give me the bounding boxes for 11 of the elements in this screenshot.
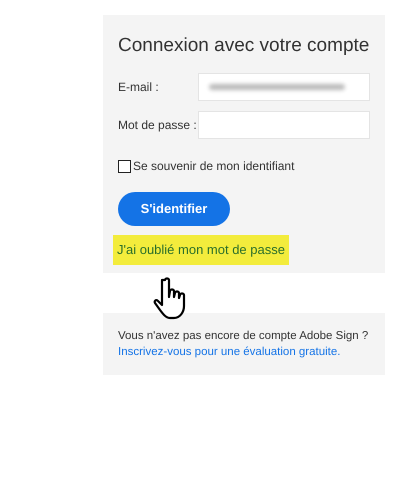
forgot-password-link[interactable]: J'ai oublié mon mot de passe: [113, 235, 289, 265]
email-field[interactable]: [198, 73, 370, 101]
remember-checkbox[interactable]: [118, 160, 131, 172]
signup-text: Vous n'avez pas encore de compte Adobe Sign ?: [118, 329, 370, 344]
login-title: Connexion avec votre compte: [118, 34, 370, 58]
sign-in-button[interactable]: S'identifier: [118, 192, 230, 226]
field-label: Mot de passe :: [118, 117, 198, 134]
field-label: E-mail :: [118, 79, 160, 96]
password-field[interactable]: [198, 111, 370, 139]
remember-label: Se souvenir de mon identifiant: [133, 158, 294, 175]
signup-link[interactable]: Inscrivez-vous pour une évaluation gratuite.: [118, 344, 379, 360]
